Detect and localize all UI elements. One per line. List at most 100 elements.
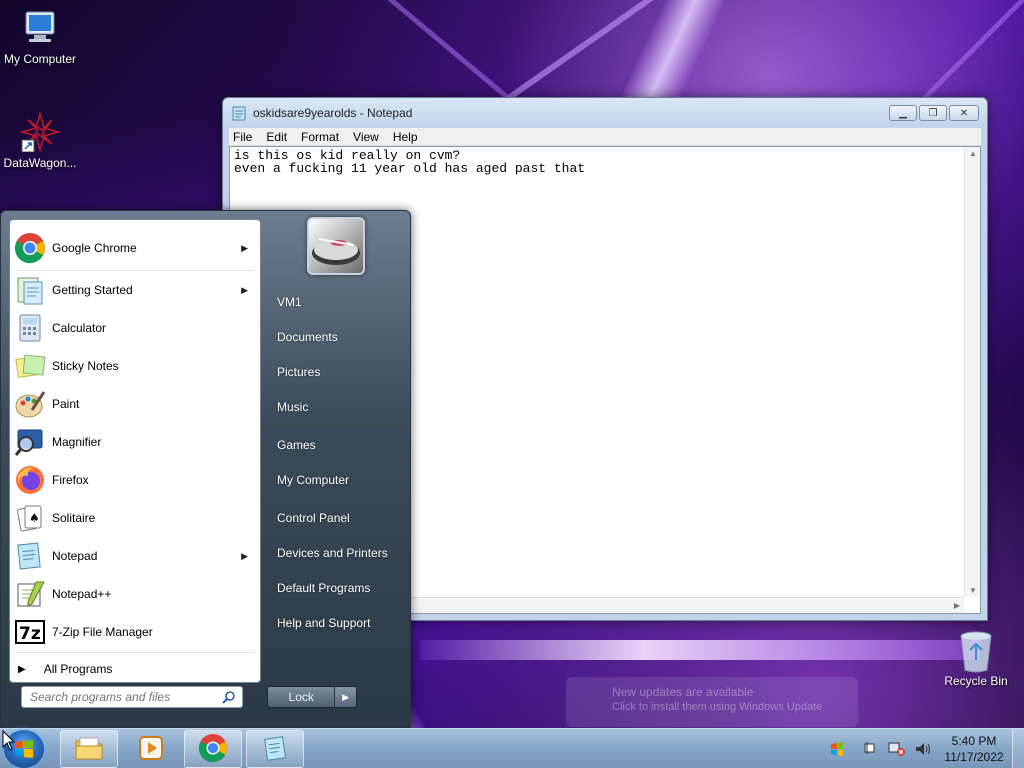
program-magnifier[interactable]: Magnifier <box>10 424 260 460</box>
desktop-icon-recycle-bin[interactable]: Recycle Bin <box>936 630 1016 688</box>
place-default-programs[interactable]: Default Programs <box>267 573 401 603</box>
play-arrow-icon: ▶ <box>18 663 26 675</box>
program-label: Firefox <box>52 473 89 487</box>
update-notification[interactable]: New updates are available Click to insta… <box>566 677 858 727</box>
desktop-icon-datawagon[interactable]: DataWagon... <box>0 111 80 170</box>
taskbar-media-player-button[interactable] <box>122 730 180 768</box>
menu-edit[interactable]: Edit <box>266 130 287 144</box>
network-disconnected-icon[interactable] <box>888 740 906 758</box>
menu-help[interactable]: Help <box>393 130 418 144</box>
computer-icon <box>20 8 60 48</box>
desktop-icon-label: My Computer <box>3 52 77 66</box>
clock-time: 5:40 PM <box>951 734 997 748</box>
program-firefox[interactable]: Firefox <box>10 462 260 498</box>
system-tray: 5:40 PM 11/17/2022 <box>824 729 1024 768</box>
place-devices-and-printers[interactable]: Devices and Printers <box>267 538 401 568</box>
program-label: Magnifier <box>52 435 102 449</box>
menu-bar: File Edit Format View Help <box>229 128 981 146</box>
volume-icon[interactable] <box>914 740 932 758</box>
scroll-right-icon[interactable]: ▶ <box>954 601 960 610</box>
desktop-icon-label: DataWagon... <box>3 156 77 170</box>
program-label: Paint <box>52 397 80 411</box>
all-programs-label: All Programs <box>43 662 113 676</box>
place-control-panel[interactable]: Control Panel <box>267 503 401 533</box>
program-getting-started[interactable]: Getting Started ▶ <box>10 272 260 308</box>
sticky-notes-icon <box>14 350 46 382</box>
program-label: Getting Started <box>52 283 133 297</box>
place-vm1[interactable]: VM1 <box>267 287 401 317</box>
notification-title: New updates are available <box>612 685 754 699</box>
submenu-arrow-icon[interactable]: ▶ <box>241 551 248 562</box>
windows-logo-icon <box>15 740 33 758</box>
media-player-icon <box>137 734 165 765</box>
recycle-bin-icon <box>956 630 996 673</box>
taskbar-notepad-button[interactable] <box>246 730 304 768</box>
taskbar-explorer-button[interactable] <box>60 730 118 768</box>
window-title: oskidsare9yearolds - Notepad <box>253 106 413 120</box>
getting-started-icon <box>14 274 46 306</box>
vertical-scrollbar[interactable]: ▲ ▼ <box>964 147 980 597</box>
program-7zip[interactable]: 7z 7-Zip File Manager <box>10 614 260 650</box>
program-sticky-notes[interactable]: Sticky Notes <box>10 348 260 384</box>
place-pictures[interactable]: Pictures <box>267 357 401 387</box>
maximize-button[interactable]: ❐ <box>919 105 947 121</box>
clock-date: 11/17/2022 <box>944 750 1004 764</box>
lock-button[interactable]: Lock <box>268 687 335 707</box>
program-label: Notepad <box>52 549 98 563</box>
editor-content[interactable]: is this os kid really on cvm? even a fuc… <box>230 147 980 177</box>
minimize-button[interactable]: ▁ <box>889 105 917 121</box>
shutdown-options-button[interactable]: ▶ <box>334 687 356 707</box>
mouse-cursor-icon <box>2 729 16 755</box>
scroll-down-icon[interactable]: ▼ <box>969 586 977 595</box>
place-help-and-support[interactable]: Help and Support <box>267 608 401 638</box>
close-button[interactable]: ✕ <box>949 105 979 121</box>
search-box[interactable] <box>21 686 243 708</box>
solitaire-icon: ♠ <box>14 502 46 534</box>
program-notepad[interactable]: Notepad ▶ <box>10 538 260 574</box>
chrome-icon <box>198 733 228 766</box>
windows-update-icon[interactable] <box>828 740 846 758</box>
program-label: 7-Zip File Manager <box>52 625 153 639</box>
folder-icon <box>74 735 104 764</box>
notepad-icon <box>14 540 46 572</box>
svg-text:7z: 7z <box>19 624 41 644</box>
place-music[interactable]: Music <box>267 392 401 422</box>
program-calculator[interactable]: Calculator <box>10 310 260 346</box>
submenu-arrow-icon[interactable]: ▶ <box>241 285 248 296</box>
program-solitaire[interactable]: ♠ Solitaire <box>10 500 260 536</box>
place-games[interactable]: Games <box>267 430 401 460</box>
taskbar: 5:40 PM 11/17/2022 <box>0 728 1024 768</box>
place-my-computer[interactable]: My Computer <box>267 465 401 495</box>
program-paint[interactable]: Paint <box>10 386 260 422</box>
chevron-right-icon: ▶ <box>342 691 350 702</box>
program-notepadpp[interactable]: Notepad++ <box>10 576 260 612</box>
scroll-up-icon[interactable]: ▲ <box>969 149 977 158</box>
menu-file[interactable]: File <box>233 130 252 144</box>
close-icon: ✕ <box>959 107 969 119</box>
notification-text: Click to install them using Windows Upda… <box>612 701 823 713</box>
menu-view[interactable]: View <box>353 130 379 144</box>
taskbar-chrome-button[interactable] <box>184 730 242 768</box>
search-input[interactable] <box>30 690 210 704</box>
notepad-icon <box>231 105 247 121</box>
7zip-icon: 7z <box>14 616 46 648</box>
datawagon-shortcut-icon <box>19 111 61 153</box>
svg-text:♠: ♠ <box>29 511 40 525</box>
search-icon[interactable] <box>222 690 236 707</box>
show-desktop-button[interactable] <box>1012 729 1024 768</box>
program-label: Solitaire <box>52 511 96 525</box>
user-picture[interactable] <box>307 217 365 275</box>
calculator-icon <box>14 312 46 344</box>
place-documents[interactable]: Documents <box>267 322 401 352</box>
action-center-flag-icon[interactable] <box>862 740 880 758</box>
clock[interactable]: 5:40 PM 11/17/2022 <box>936 733 1012 765</box>
firefox-icon <box>14 464 46 496</box>
desktop-icon-my-computer[interactable]: My Computer <box>0 8 80 66</box>
restore-icon: ❐ <box>928 107 938 119</box>
program-google-chrome[interactable]: Google Chrome ▶ <box>10 230 260 266</box>
lock-button-group: Lock ▶ <box>267 686 357 708</box>
menu-format[interactable]: Format <box>301 130 339 144</box>
submenu-arrow-icon[interactable]: ▶ <box>241 243 248 254</box>
all-programs-button[interactable]: ▶ All Programs <box>18 662 112 676</box>
title-bar[interactable]: oskidsare9yearolds - Notepad <box>223 98 987 128</box>
